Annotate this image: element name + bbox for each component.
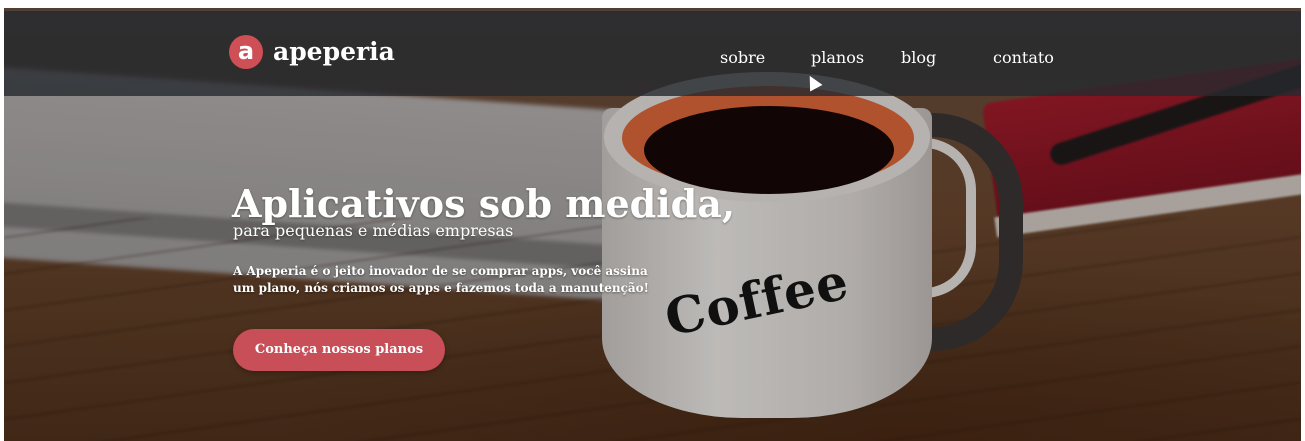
hero-subtitle: para pequenas e médias empresas bbox=[233, 221, 514, 240]
nav-link-blog[interactable]: blog bbox=[901, 48, 936, 68]
logo-icon[interactable]: a bbox=[229, 35, 263, 69]
mouse-pointer-icon bbox=[803, 72, 823, 92]
hero-description-line-1: A Apeperia é o jeito inovador de se comp… bbox=[233, 264, 648, 278]
nav-link-contato[interactable]: contato bbox=[993, 48, 1054, 68]
hero-description-line-2: um plano, nós criamos os apps e fazemos … bbox=[233, 281, 649, 295]
nav-link-sobre[interactable]: sobre bbox=[720, 48, 765, 68]
nav-link-planos[interactable]: planos bbox=[811, 48, 864, 68]
hero-title: Aplicativos sob medida, bbox=[232, 181, 736, 226]
see-plans-button[interactable]: Conheça nossos planos bbox=[233, 329, 445, 371]
logo-text[interactable]: apeperia bbox=[273, 35, 395, 69]
top-navbar: a apeperia sobre planos blog contato bbox=[4, 11, 1301, 96]
hero-description: A Apeperia é o jeito inovador de se comp… bbox=[233, 263, 649, 297]
page-frame: Coffee a apeperia sobre planos blog cont… bbox=[4, 8, 1301, 441]
